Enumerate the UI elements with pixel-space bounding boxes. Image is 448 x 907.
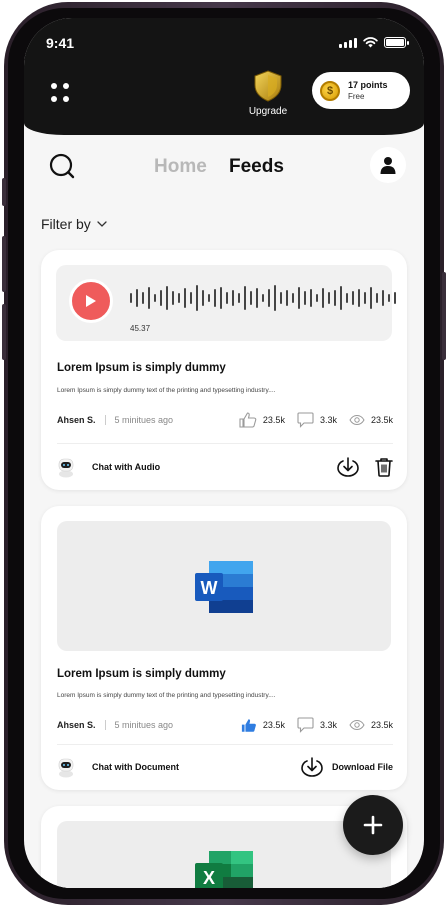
points-badge[interactable]: $ 17 points Free: [312, 72, 410, 109]
battery-icon: [384, 37, 409, 48]
trash-icon[interactable]: [375, 457, 393, 477]
like-icon: [239, 412, 257, 428]
document-preview[interactable]: W: [57, 521, 391, 651]
shield-icon: [254, 70, 282, 102]
like-button[interactable]: 23.5k: [241, 718, 285, 733]
comment-icon: [297, 717, 314, 733]
word-icon: W: [195, 561, 253, 613]
like-count: 23.5k: [262, 415, 285, 425]
chevron-down-icon: [97, 221, 107, 227]
upgrade-label: Upgrade: [248, 106, 288, 117]
post-description: Lorem Ipsum is simply dummy text of the …: [57, 692, 276, 699]
status-time: 9:41: [46, 35, 75, 51]
points-subtitle: Free: [348, 91, 365, 101]
tab-feeds[interactable]: Feeds: [229, 156, 284, 178]
view-count: 23.5k: [370, 415, 393, 425]
post-meta: Ahsen S. 5 minitues ago 23.5k 3.3k 23.5k: [57, 412, 393, 428]
play-button[interactable]: [69, 279, 113, 323]
post-author: Ahsen S.: [57, 720, 96, 730]
post-description: Lorem Ipsum is simply dummy text of the …: [57, 387, 276, 394]
svg-text:W: W: [201, 578, 218, 598]
chat-with-audio-button[interactable]: Chat with Audio: [92, 462, 160, 472]
robot-icon: [58, 758, 74, 778]
feed-card-audio[interactable]: 45.37 Lorem Ipsum is simply dummy Lorem …: [41, 250, 407, 490]
status-icons: [339, 37, 409, 48]
post-author: Ahsen S.: [57, 415, 96, 425]
audio-player: 45.37: [56, 265, 396, 341]
tab-home[interactable]: Home: [154, 156, 207, 178]
search-icon[interactable]: [48, 152, 78, 182]
eye-icon: [349, 415, 365, 425]
comment-icon: [297, 412, 314, 428]
view-count: 23.5k: [370, 720, 393, 730]
card-footer: Chat with Audio: [57, 452, 393, 482]
menu-grid-button[interactable]: [51, 83, 71, 103]
views-stat: 23.5k: [349, 415, 393, 425]
comment-button[interactable]: 3.3k: [297, 412, 337, 428]
excel-icon: X: [195, 851, 253, 888]
audio-duration: 45.37: [130, 324, 151, 333]
document-preview[interactable]: X: [57, 821, 391, 888]
like-button[interactable]: 23.5k: [239, 412, 285, 428]
card-divider: [57, 744, 393, 745]
comment-count: 3.3k: [319, 720, 337, 730]
audio-waveform[interactable]: [130, 284, 396, 312]
post-title: Lorem Ipsum is simply dummy: [57, 362, 226, 374]
play-icon: [86, 295, 96, 307]
download-icon[interactable]: [337, 457, 359, 477]
profile-button[interactable]: [370, 147, 406, 183]
wifi-icon: [363, 37, 378, 48]
post-time: 5 minitues ago: [114, 720, 174, 730]
volume-down-button: [2, 304, 6, 360]
views-stat: 23.5k: [349, 720, 393, 730]
power-button: [442, 272, 446, 360]
points-title: 17 points: [348, 79, 388, 90]
app-screen: 9:41 Upgrade $ 17 points Free Home Feeds…: [24, 18, 424, 888]
download-file-button[interactable]: Download File: [301, 757, 393, 777]
like-count: 23.5k: [262, 720, 285, 730]
volume-up-button: [2, 236, 6, 292]
coin-icon: $: [320, 80, 340, 101]
download-icon: [301, 757, 323, 777]
post-time: 5 minitues ago: [114, 415, 174, 425]
svg-text:X: X: [203, 868, 215, 888]
eye-icon: [349, 720, 365, 730]
top-header: 9:41 Upgrade $ 17 points Free: [24, 18, 424, 135]
card-divider: [57, 443, 393, 444]
upgrade-button[interactable]: Upgrade: [246, 70, 290, 117]
add-button[interactable]: [343, 795, 403, 855]
like-icon: [241, 718, 256, 732]
signal-icon: [339, 37, 357, 48]
robot-icon: [58, 458, 74, 478]
post-title: Lorem Ipsum is simply dummy: [57, 668, 226, 680]
feed-card-document[interactable]: W Lorem Ipsum is simply dummy Lorem Ipsu…: [41, 506, 407, 790]
post-meta: Ahsen S. 5 minitues ago 23.5k 3.3k 23.5k: [57, 717, 393, 733]
comment-count: 3.3k: [319, 415, 337, 425]
user-icon: [380, 157, 396, 174]
plus-icon: [363, 815, 383, 835]
mute-switch: [2, 178, 6, 206]
chat-with-document-button[interactable]: Chat with Document: [92, 762, 179, 772]
card-footer: Chat with Document Download File: [57, 752, 393, 782]
download-file-label: Download File: [331, 762, 393, 772]
filter-dropdown[interactable]: Filter by: [41, 216, 107, 232]
filter-label: Filter by: [41, 216, 91, 232]
comment-button[interactable]: 3.3k: [297, 717, 337, 733]
